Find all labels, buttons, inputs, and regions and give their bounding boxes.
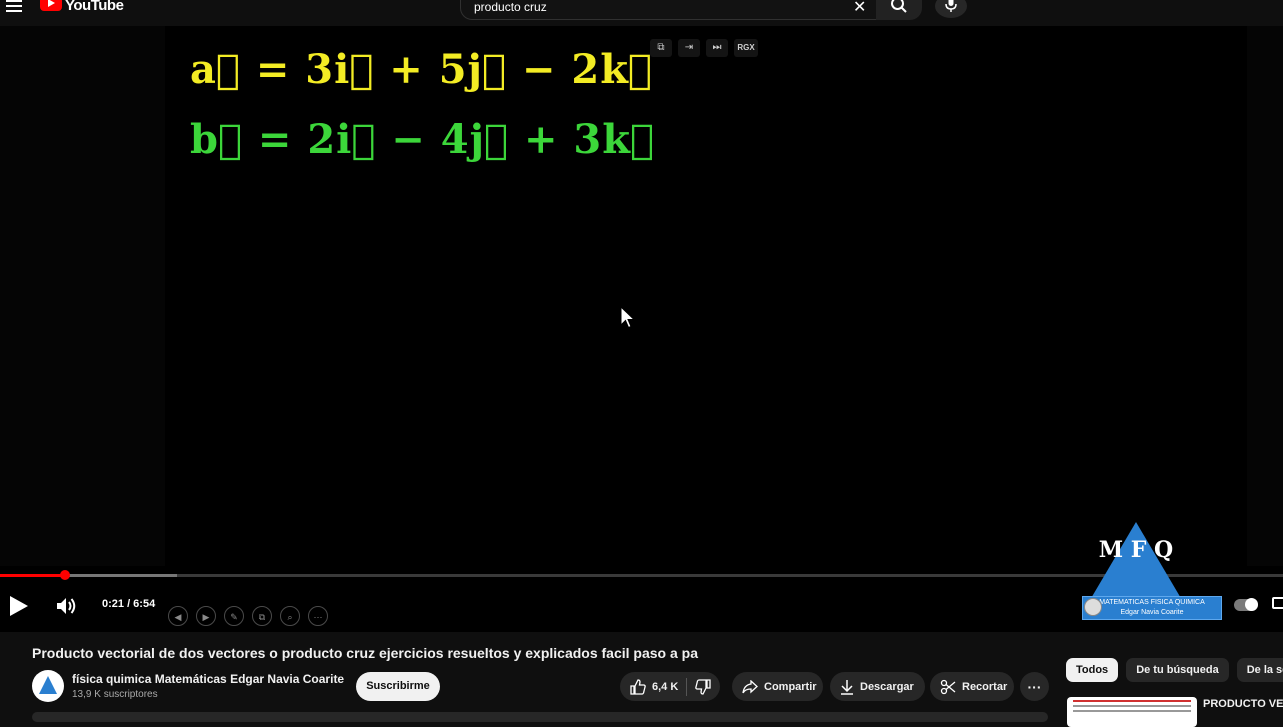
mouse-cursor-icon <box>620 306 636 329</box>
dislike-button[interactable] <box>695 678 711 695</box>
play-button[interactable] <box>8 594 30 618</box>
autoplay-toggle[interactable] <box>1234 598 1258 611</box>
copy-icon[interactable]: ⧉ <box>252 606 272 626</box>
watermark-line1: MATEMATICAS FISICA QUIMICA <box>1099 599 1205 606</box>
clear-search-icon[interactable]: ✕ <box>853 0 866 17</box>
search-box[interactable] <box>460 0 877 20</box>
rgx-button[interactable]: RGX <box>734 39 758 57</box>
pen-icon[interactable]: ✎ <box>224 606 244 626</box>
thumbnail-content <box>1073 700 1191 702</box>
thumbs-down-icon <box>695 678 711 695</box>
video-frame-edge <box>1247 26 1283 566</box>
youtube-logo-text[interactable]: YouTube <box>65 0 124 14</box>
top-bar: YouTube ✕ <box>0 0 1283 26</box>
watermark-banner: MATEMATICAS FISICA QUIMICA Edgar Navia C… <box>1082 596 1222 620</box>
channel-watermark[interactable]: M F Q MATEMATICAS FISICA QUIMICA Edgar N… <box>1082 522 1222 622</box>
like-count[interactable]: 6,4 K <box>652 681 678 693</box>
watermark-line2: Edgar Navia Coarite <box>1120 609 1184 616</box>
share-icon <box>742 679 758 693</box>
extension-toolbar: ⧉ ⇥ ⏭ RGX <box>650 38 758 58</box>
thumbnail-content <box>1073 705 1191 707</box>
clip-label: Recortar <box>962 680 1008 693</box>
share-label: Compartir <box>764 680 817 693</box>
thumbs-up-icon <box>630 678 646 695</box>
enter-icon[interactable]: ⇥ <box>678 39 700 57</box>
chip-from-search[interactable]: De tu búsqueda <box>1126 658 1229 682</box>
equation-vector-a: a⃗ = 3i⃗ + 5j⃗ − 2k⃗ <box>190 46 653 93</box>
search-button[interactable] <box>876 0 922 20</box>
next-icon[interactable]: ▶ <box>196 606 216 626</box>
zoom-icon[interactable]: ⌕ <box>280 606 300 626</box>
previous-icon[interactable]: ◀ <box>168 606 188 626</box>
video-frame-edge <box>0 26 165 566</box>
subscribe-button[interactable]: Suscribirme <box>356 672 440 701</box>
seal-icon <box>1084 598 1102 616</box>
like-dislike-group: 6,4 K <box>620 672 720 701</box>
download-label: Descargar <box>860 680 914 693</box>
search-icon <box>891 0 907 13</box>
divider <box>686 677 688 696</box>
channel-avatar[interactable] <box>32 670 64 702</box>
more-actions-button[interactable]: ··· <box>1020 672 1049 701</box>
progress-played <box>0 574 66 577</box>
recommended-video-thumbnail[interactable] <box>1067 697 1197 727</box>
voice-search-button[interactable] <box>935 0 967 18</box>
skip-forward-icon[interactable]: ⏭ <box>706 39 728 57</box>
description-box[interactable] <box>32 712 1048 722</box>
search-input[interactable] <box>472 0 836 15</box>
clip-button[interactable]: Recortar <box>930 672 1014 701</box>
related-filter-chips: Todos De tu búsqueda De la serie <box>1066 658 1283 682</box>
recommended-video-title[interactable]: PRODUCTO VEC PRODUCTO CRU <box>1203 698 1283 710</box>
video-player[interactable]: a⃗ = 3i⃗ + 5j⃗ − 2k⃗ b⃗ = 2i⃗ − 4j⃗ + 3k… <box>0 26 1283 632</box>
channel-name[interactable]: física quimica Matemáticas Edgar Navia C… <box>72 672 344 686</box>
subtitles-icon[interactable] <box>1272 597 1283 609</box>
equation-vector-b: b⃗ = 2i⃗ − 4j⃗ + 3k⃗ <box>190 116 655 163</box>
video-title: Producto vectorial de dos vectores o pro… <box>32 645 698 661</box>
watermark-letters: M F Q <box>1098 537 1174 563</box>
annotation-tools: ◀ ▶ ✎ ⧉ ⌕ ··· <box>168 606 328 626</box>
popout-icon[interactable]: ⧉ <box>650 39 672 57</box>
chip-from-series[interactable]: De la serie <box>1236 658 1283 682</box>
youtube-logo-icon[interactable] <box>40 0 62 11</box>
microphone-icon <box>945 0 957 12</box>
more-icon[interactable]: ··· <box>308 606 328 626</box>
subscriber-count: 13,9 K suscriptores <box>72 689 158 700</box>
scissors-icon <box>940 679 956 694</box>
share-button[interactable]: Compartir <box>732 672 823 701</box>
download-icon <box>841 679 853 695</box>
scrubber-handle[interactable] <box>60 570 71 580</box>
thumbnail-content <box>1073 710 1191 712</box>
hamburger-menu-icon[interactable] <box>6 0 22 12</box>
volume-icon[interactable] <box>56 596 78 616</box>
time-display: 0:21 / 6:54 <box>102 598 156 610</box>
chip-all[interactable]: Todos <box>1066 658 1119 682</box>
like-button[interactable] <box>630 678 646 695</box>
download-button[interactable]: Descargar <box>830 672 925 701</box>
